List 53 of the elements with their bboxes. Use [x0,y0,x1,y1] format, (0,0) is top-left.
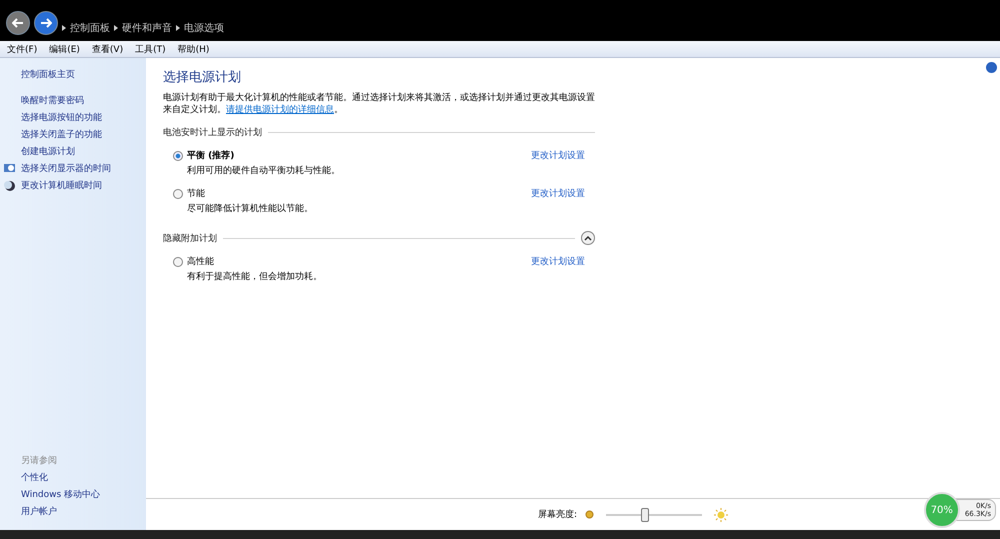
plan-name: 高性能 [187,256,215,268]
plan-name: 节能 [187,188,206,200]
menu-item[interactable]: 帮助(H) [178,42,210,56]
menu-item[interactable]: 工具(T) [135,42,166,56]
description: 电源计划有助于最大化计算机的性能或者节能。通过选择计划来将其激活，或选择计划并通过更改其电源设置来自定义计划。请提供电源计划的详细信息。 [163,92,595,116]
sidebar-link[interactable]: 唤醒时需要密码 [21,92,146,109]
radio-button[interactable] [173,256,183,266]
sidebar-link[interactable]: 用户帐户 [21,503,146,520]
back-button[interactable] [6,11,30,35]
slider-thumb[interactable] [641,508,650,522]
menu-item[interactable]: 查看(V) [92,42,124,56]
moon-icon [4,180,16,192]
left-arrow-icon [12,18,24,28]
chevron-icon [584,235,592,241]
plan-description: 有利于提高性能，但会增加功耗。 [187,270,323,283]
monitor-clock-icon [4,162,16,174]
chevron-icon [62,25,66,31]
collapse-button[interactable] [581,231,595,245]
menu-item[interactable]: 文件(F) [7,42,38,56]
group-heading: 电池安时计上显示的计划 [163,126,262,139]
breadcrumb-item[interactable]: 控制面板 [70,21,110,35]
radio-button[interactable] [173,150,183,160]
sidebar-link[interactable]: 个性化 [21,469,146,486]
usage-gauge: 70% [924,492,960,528]
radio-button[interactable] [173,188,183,198]
plan-name: 平衡 (推荐) [187,149,236,162]
sidebar-link[interactable]: 控制面板主页 [21,66,146,83]
menu-item[interactable]: 编辑(E) [49,42,80,56]
sidebar-link[interactable]: 创建电源计划 [21,143,146,160]
sidebar-link[interactable]: 选择关闭显示器的时间 [21,160,146,177]
sidebar-link[interactable]: 更改计算机睡眠时间 [21,177,146,194]
group-heading: 隐藏附加计划 [163,232,217,244]
change-settings-link[interactable]: 更改计划设置 [531,187,585,200]
sidebar-link[interactable]: Windows 移动中心 [21,486,146,503]
right-arrow-icon [40,18,52,28]
see-also-heading: 另请参阅 [21,454,58,468]
page-title: 选择电源计划 [163,69,242,86]
plan-description: 利用可用的硬件自动平衡功耗与性能。 [187,164,341,177]
forward-button[interactable] [34,11,58,35]
sidebar-link[interactable]: 选择关闭盖子的功能 [21,126,146,143]
breadcrumb-item[interactable]: 硬件和声音 [122,21,172,35]
plan-description: 尽可能降低计算机性能以节能。 [187,202,314,215]
change-settings-link[interactable]: 更改计划设置 [531,149,585,162]
details-link[interactable]: 请提供电源计划的详细信息 [226,105,334,115]
sidebar-link[interactable]: 选择电源按钮的功能 [21,109,146,126]
bright-sun-icon [714,508,728,522]
brightness-label: 屏幕亮度: [538,508,578,521]
breadcrumb-item[interactable]: 电源选项 [184,21,224,35]
chevron-icon [114,25,118,31]
dim-sun-icon [585,510,594,519]
change-settings-link[interactable]: 更改计划设置 [531,255,585,268]
chevron-icon [176,25,180,31]
help-icon[interactable] [986,62,997,73]
